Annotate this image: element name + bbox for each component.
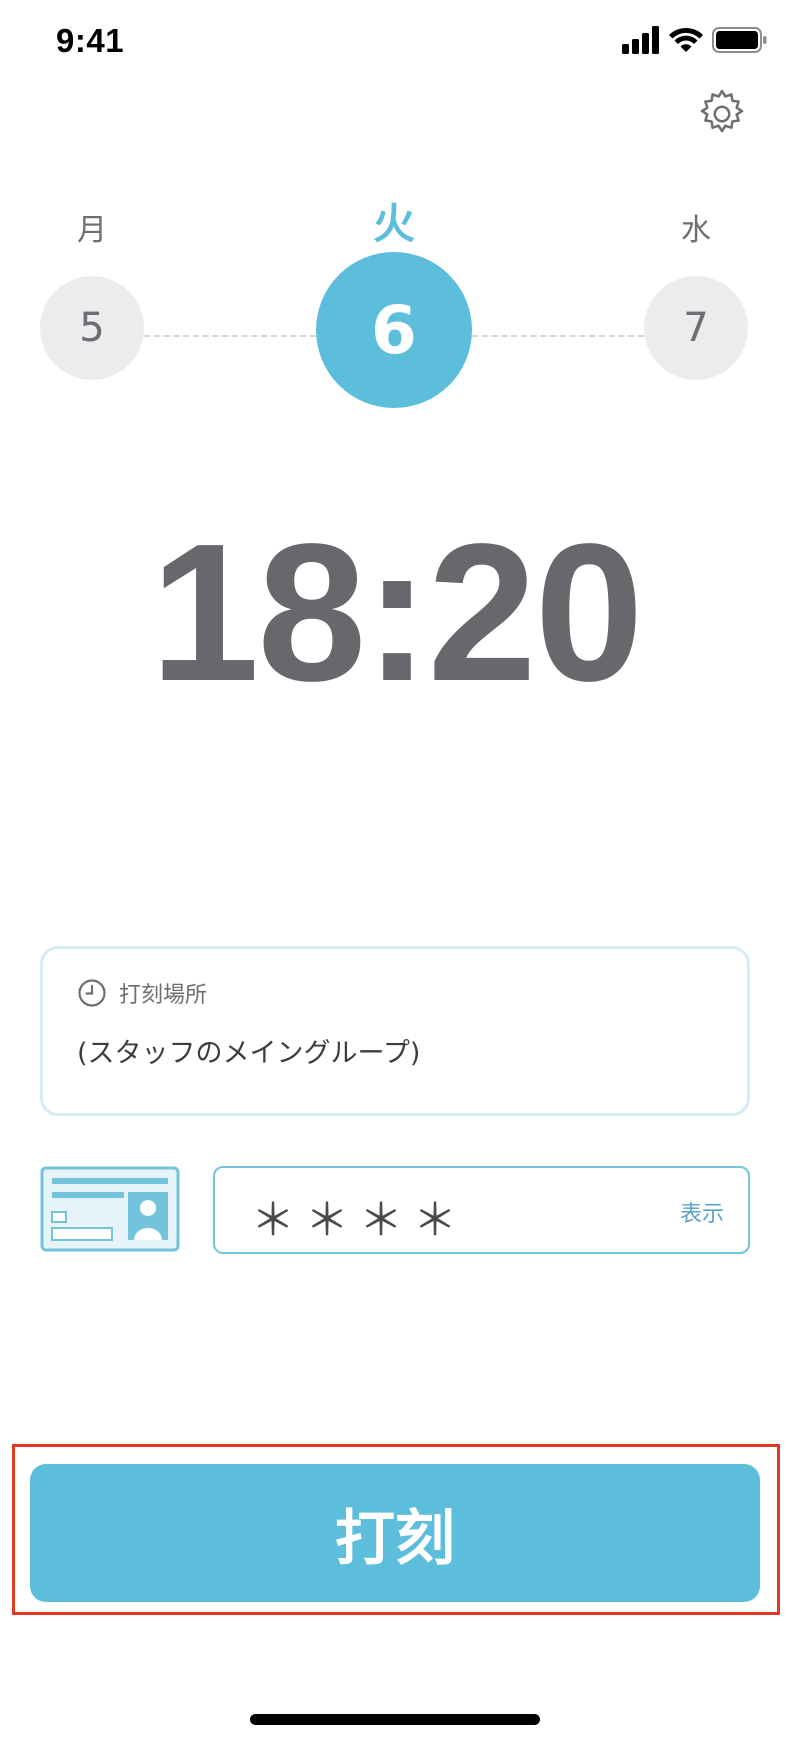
status-icons — [622, 26, 772, 58]
day-prev-date: 5 — [79, 305, 105, 351]
day-next-weekday: 水 — [681, 213, 711, 248]
day-current-weekday: 火 — [372, 199, 415, 248]
punch-clock-screen: 9:41 月 火 水 5 6 7 18:20 打刻場所 (スタッフのメイングルー… — [0, 0, 792, 1740]
clock-icon — [78, 979, 106, 1007]
wifi-icon — [669, 27, 703, 52]
location-card[interactable]: 打刻場所 (スタッフのメイングループ) — [40, 946, 750, 1116]
day-current-button[interactable]: 6 — [316, 252, 472, 408]
show-passcode-toggle[interactable]: 表示 — [680, 1196, 724, 1228]
passcode-field[interactable]: ＊＊＊＊ 表示 — [213, 1166, 750, 1254]
id-card-icon — [40, 1166, 180, 1252]
day-connector-right — [472, 335, 644, 337]
day-prev-weekday: 月 — [77, 213, 107, 248]
location-header: 打刻場所 — [77, 977, 207, 1009]
gear-icon — [700, 89, 744, 133]
day-current-date: 6 — [371, 291, 417, 369]
location-label: 打刻場所 — [119, 983, 208, 1008]
current-time: 18:20 — [150, 503, 643, 722]
settings-button[interactable] — [692, 84, 752, 144]
location-value: (スタッフのメイングループ) — [77, 1038, 421, 1069]
day-prev-button[interactable]: 5 — [40, 276, 144, 380]
home-indicator — [250, 1714, 540, 1725]
status-time: 9:41 — [56, 22, 125, 59]
id-card-button[interactable] — [40, 1166, 180, 1252]
punch-button[interactable]: 打刻 — [30, 1464, 760, 1602]
punch-button-label: 打刻 — [335, 1503, 455, 1574]
signal-icon — [622, 26, 659, 54]
passcode-value: ＊＊＊＊ — [251, 1195, 467, 1246]
battery-icon — [712, 27, 767, 53]
day-next-date: 7 — [683, 305, 709, 351]
day-next-button[interactable]: 7 — [644, 276, 748, 380]
day-connector-left — [144, 335, 316, 337]
